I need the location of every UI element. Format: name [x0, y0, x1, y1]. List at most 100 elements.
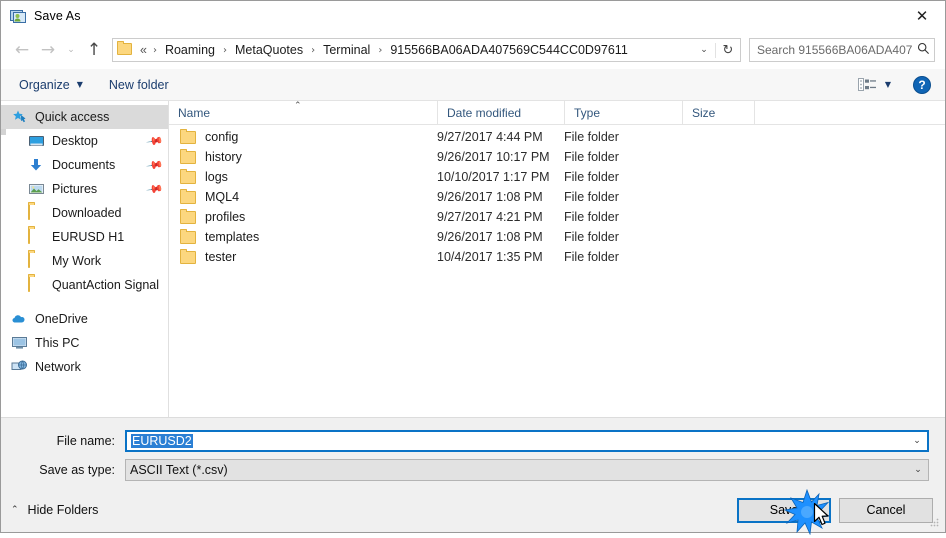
forward-arrow-icon: →	[40, 39, 56, 60]
column-headers: ⌃ Name Date modified Type Size	[169, 101, 945, 125]
table-row[interactable]: MQL4 9/26/2017 1:08 PM File folder	[169, 187, 945, 207]
search-icon	[912, 42, 934, 58]
back-button[interactable]: ←	[9, 37, 35, 63]
sidebar-item-label: Documents	[52, 158, 116, 172]
sidebar-item-quantaction-signal[interactable]: QuantAction Signal	[1, 273, 168, 297]
folder-icon	[180, 188, 196, 204]
hide-folders-label: Hide Folders	[27, 503, 99, 517]
column-header-name[interactable]: ⌃ Name	[169, 101, 437, 124]
sidebar-item-documents[interactable]: Documents 📌	[1, 153, 168, 177]
column-label: Date modified	[447, 106, 522, 120]
chevron-up-icon: ⌃	[11, 505, 19, 515]
new-folder-button[interactable]: New folder	[109, 78, 169, 92]
chevron-down-icon[interactable]: ⌄	[908, 465, 928, 475]
sidebar-item-this-pc[interactable]: This PC	[1, 331, 168, 355]
file-name-row: File name: EURUSD2 ⌄	[17, 430, 929, 452]
sidebar-item-onedrive[interactable]: OneDrive	[1, 307, 168, 331]
cancel-button[interactable]: Cancel	[839, 497, 933, 523]
documents-icon	[28, 157, 45, 173]
file-name: logs	[205, 170, 228, 184]
save-as-type-row: Save as type: ASCII Text (*.csv) ⌄	[17, 459, 929, 481]
file-name: history	[205, 150, 242, 164]
chevron-down-icon[interactable]: ⌄	[907, 436, 927, 446]
sidebar-item-my-work[interactable]: My Work	[1, 249, 168, 273]
recent-locations-button[interactable]: ⌄	[61, 37, 81, 63]
breadcrumb: « › Roaming › MetaQuotes › Terminal › 91…	[138, 43, 693, 57]
table-row[interactable]: logs 10/10/2017 1:17 PM File folder	[169, 167, 945, 187]
this-pc-icon	[11, 335, 28, 351]
file-name-value[interactable]: EURUSD2	[127, 434, 907, 448]
folder-icon	[180, 248, 196, 264]
folder-icon	[28, 228, 45, 245]
breadcrumb-item-1[interactable]: MetaQuotes	[233, 43, 305, 57]
view-dropdown-icon[interactable]: ▼	[885, 80, 891, 89]
address-bar[interactable]: « › Roaming › MetaQuotes › Terminal › 91…	[112, 38, 741, 62]
sidebar-item-desktop[interactable]: Desktop 📌	[1, 129, 168, 153]
save-as-type-select[interactable]: ASCII Text (*.csv) ⌄	[125, 459, 929, 481]
file-name-cell: tester	[169, 248, 437, 264]
column-header-type[interactable]: Type	[564, 101, 682, 124]
column-header-date-modified[interactable]: Date modified	[437, 101, 564, 124]
breadcrumb-item-2[interactable]: Terminal	[321, 43, 372, 57]
file-name: tester	[205, 250, 237, 264]
sort-ascending-icon: ⌃	[294, 101, 302, 111]
organize-button[interactable]: Organize ▼	[19, 78, 83, 92]
column-label: Name	[178, 106, 211, 120]
desktop-icon	[28, 133, 45, 149]
file-date: 9/27/2017 4:44 PM	[437, 130, 543, 144]
breadcrumb-separator: ›	[311, 44, 316, 56]
column-header-size[interactable]: Size	[682, 101, 754, 124]
chevron-down-icon: ⌄	[67, 45, 75, 55]
up-button[interactable]: ↑	[81, 37, 107, 63]
file-name-cell: profiles	[169, 208, 437, 224]
table-row[interactable]: templates 9/26/2017 1:08 PM File folder	[169, 227, 945, 247]
save-form: File name: EURUSD2 ⌄ Save as type: ASCII…	[1, 417, 945, 488]
pin-icon[interactable]: 📌	[146, 180, 165, 199]
sidebar-item-label: Pictures	[52, 182, 98, 196]
navigation-bar: ← → ⌄ ↑ « › Roaming › MetaQuotes › Termi…	[1, 31, 945, 69]
forward-button[interactable]: →	[35, 37, 61, 63]
table-row[interactable]: config 9/27/2017 4:44 PM File folder	[169, 127, 945, 147]
save-label: Save	[769, 503, 799, 517]
pictures-icon	[28, 181, 45, 197]
file-name-cell: templates	[169, 228, 437, 244]
file-type: File folder	[564, 130, 619, 144]
search-box[interactable]: Search 915566BA06ADA40756...	[749, 38, 935, 62]
file-type: File folder	[564, 210, 619, 224]
table-row[interactable]: tester 10/4/2017 1:35 PM File folder	[169, 247, 945, 267]
save-button[interactable]: Save	[737, 497, 831, 523]
folder-icon	[28, 204, 45, 221]
search-input[interactable]: Search 915566BA06ADA40756...	[750, 43, 912, 57]
sidebar-item-quick-access[interactable]: Quick access	[1, 105, 168, 129]
table-row[interactable]: history 9/26/2017 10:17 PM File folder	[169, 147, 945, 167]
sidebar-item-eurusd-h1[interactable]: EURUSD H1	[1, 225, 168, 249]
sidebar-item-network[interactable]: Network	[1, 355, 168, 379]
onedrive-icon	[11, 311, 28, 327]
file-type: File folder	[564, 230, 619, 244]
new-folder-label: New folder	[108, 77, 169, 92]
file-name: profiles	[205, 210, 246, 224]
breadcrumb-item-3[interactable]: 915566BA06ADA407569C544CC0D97611	[388, 43, 629, 57]
file-date: 9/27/2017 4:21 PM	[437, 210, 543, 224]
pin-icon[interactable]: 📌	[146, 132, 165, 151]
star-pin-icon	[11, 109, 28, 125]
breadcrumb-overflow[interactable]: «	[138, 43, 147, 57]
command-bar: Organize ▼ New folder ▼ ?	[1, 69, 945, 101]
sidebar-item-downloaded[interactable]: Downloaded	[1, 201, 168, 225]
close-icon[interactable]: ✕	[899, 1, 945, 31]
sidebar-item-pictures[interactable]: Pictures 📌	[1, 177, 168, 201]
refresh-icon[interactable]: ↻	[715, 42, 740, 58]
help-icon[interactable]: ?	[913, 75, 931, 94]
file-type: File folder	[564, 250, 619, 264]
view-layout-icon[interactable]	[857, 77, 878, 93]
folder-icon	[28, 252, 45, 269]
file-name-input[interactable]: EURUSD2 ⌄	[125, 430, 929, 452]
resize-grip[interactable]	[929, 517, 940, 528]
app-icon	[10, 8, 26, 24]
sidebar-item-label: QuantAction Signal	[52, 278, 160, 292]
breadcrumb-item-0[interactable]: Roaming	[163, 43, 217, 57]
table-row[interactable]: profiles 9/27/2017 4:21 PM File folder	[169, 207, 945, 227]
pin-icon[interactable]: 📌	[146, 156, 165, 175]
hide-folders-button[interactable]: ⌃ Hide Folders	[11, 503, 98, 517]
address-dropdown-icon[interactable]: ⌄	[693, 45, 715, 55]
